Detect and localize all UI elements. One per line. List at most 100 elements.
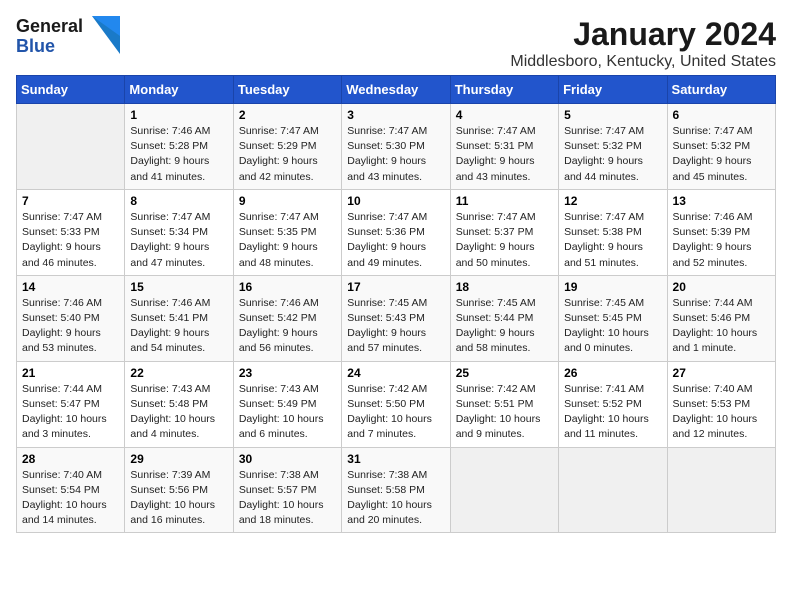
calendar-cell: 1Sunrise: 7:46 AMSunset: 5:28 PMDaylight… bbox=[125, 104, 233, 190]
day-number: 12 bbox=[564, 194, 661, 208]
page-header: General Blue January 2024 Middlesboro, K… bbox=[16, 16, 776, 71]
calendar-cell: 25 Sunrise: 7:42 AMSunset: 5:51 PMDayligh… bbox=[450, 361, 558, 447]
day-number: 8 bbox=[130, 194, 227, 208]
day-info: Sunrise: 7:43 AMSunset: 5:48 PMDaylight:… bbox=[130, 382, 227, 443]
day-number: 2 bbox=[239, 108, 336, 122]
day-number: 11 bbox=[456, 194, 553, 208]
calendar-week-row: 21 Sunrise: 7:44 AMSunset: 5:47 PMDayligh… bbox=[17, 361, 776, 447]
column-header-friday: Friday bbox=[559, 76, 667, 104]
day-number: 20 bbox=[673, 280, 770, 294]
day-number: 17 bbox=[347, 280, 444, 294]
day-info: Sunrise: 7:42 AMSunset: 5:51 PMDaylight:… bbox=[456, 382, 553, 443]
calendar-cell: 21 Sunrise: 7:44 AMSunset: 5:47 PMDayligh… bbox=[17, 361, 125, 447]
day-number: 1 bbox=[130, 108, 227, 122]
day-info: Sunrise: 7:47 AMSunset: 5:36 PMDaylight:… bbox=[347, 210, 444, 271]
day-number: 25 bbox=[456, 366, 553, 380]
day-number: 27 bbox=[673, 366, 770, 380]
day-number: 7 bbox=[22, 194, 119, 208]
day-number: 30 bbox=[239, 452, 336, 466]
day-number: 10 bbox=[347, 194, 444, 208]
day-info: Sunrise: 7:46 AMSunset: 5:39 PMDaylight:… bbox=[673, 210, 770, 271]
day-info: Sunrise: 7:41 AMSunset: 5:52 PMDaylight:… bbox=[564, 382, 661, 443]
column-header-tuesday: Tuesday bbox=[233, 76, 341, 104]
calendar-cell: 23Sunrise: 7:43 AMSunset: 5:49 PMDayligh… bbox=[233, 361, 341, 447]
day-info: Sunrise: 7:40 AMSunset: 5:54 PMDaylight:… bbox=[22, 468, 119, 529]
day-number: 31 bbox=[347, 452, 444, 466]
calendar-cell: 3 Sunrise: 7:47 AMSunset: 5:30 PMDaylight… bbox=[342, 104, 450, 190]
day-number: 26 bbox=[564, 366, 661, 380]
calendar-cell: 13Sunrise: 7:46 AMSunset: 5:39 PMDayligh… bbox=[667, 189, 775, 275]
title-block: January 2024 Middlesboro, Kentucky, Unit… bbox=[510, 16, 776, 71]
column-header-monday: Monday bbox=[125, 76, 233, 104]
day-info: Sunrise: 7:47 AMSunset: 5:35 PMDaylight:… bbox=[239, 210, 336, 271]
calendar-cell bbox=[17, 104, 125, 190]
day-info: Sunrise: 7:40 AMSunset: 5:53 PMDaylight:… bbox=[673, 382, 770, 443]
calendar-cell: 22 Sunrise: 7:43 AMSunset: 5:48 PMDayligh… bbox=[125, 361, 233, 447]
day-number: 29 bbox=[130, 452, 227, 466]
day-info: Sunrise: 7:47 AMSunset: 5:31 PMDaylight:… bbox=[456, 124, 553, 185]
day-number: 16 bbox=[239, 280, 336, 294]
logo-flag-icon bbox=[92, 16, 120, 54]
calendar-cell: 5Sunrise: 7:47 AMSunset: 5:32 PMDaylight… bbox=[559, 104, 667, 190]
calendar-cell: 6 Sunrise: 7:47 AMSunset: 5:32 PMDaylight… bbox=[667, 104, 775, 190]
day-number: 3 bbox=[347, 108, 444, 122]
day-info: Sunrise: 7:38 AMSunset: 5:57 PMDaylight:… bbox=[239, 468, 336, 529]
day-number: 6 bbox=[673, 108, 770, 122]
day-number: 14 bbox=[22, 280, 119, 294]
day-number: 21 bbox=[22, 366, 119, 380]
day-number: 28 bbox=[22, 452, 119, 466]
day-number: 15 bbox=[130, 280, 227, 294]
logo: General Blue bbox=[16, 16, 120, 58]
calendar-cell: 19Sunrise: 7:45 AMSunset: 5:45 PMDayligh… bbox=[559, 275, 667, 361]
calendar-cell: 18Sunrise: 7:45 AMSunset: 5:44 PMDayligh… bbox=[450, 275, 558, 361]
day-number: 22 bbox=[130, 366, 227, 380]
calendar-cell: 27 Sunrise: 7:40 AMSunset: 5:53 PMDayligh… bbox=[667, 361, 775, 447]
calendar-cell: 2 Sunrise: 7:47 AMSunset: 5:29 PMDaylight… bbox=[233, 104, 341, 190]
calendar-cell bbox=[559, 447, 667, 533]
calendar-cell: 16 Sunrise: 7:46 AMSunset: 5:42 PMDayligh… bbox=[233, 275, 341, 361]
calendar-cell: 10 Sunrise: 7:47 AMSunset: 5:36 PMDayligh… bbox=[342, 189, 450, 275]
calendar-cell: 28 Sunrise: 7:40 AMSunset: 5:54 PMDayligh… bbox=[17, 447, 125, 533]
calendar-cell bbox=[450, 447, 558, 533]
day-info: Sunrise: 7:46 AMSunset: 5:42 PMDaylight:… bbox=[239, 296, 336, 357]
day-info: Sunrise: 7:47 AMSunset: 5:32 PMDaylight:… bbox=[673, 124, 770, 185]
calendar-cell: 30 Sunrise: 7:38 AMSunset: 5:57 PMDayligh… bbox=[233, 447, 341, 533]
day-info: Sunrise: 7:47 AMSunset: 5:33 PMDaylight:… bbox=[22, 210, 119, 271]
day-info: Sunrise: 7:47 AMSunset: 5:34 PMDaylight:… bbox=[130, 210, 227, 271]
calendar-cell: 11 Sunrise: 7:47 AMSunset: 5:37 PMDayligh… bbox=[450, 189, 558, 275]
day-info: Sunrise: 7:45 AMSunset: 5:43 PMDaylight:… bbox=[347, 296, 444, 357]
calendar-cell: 8 Sunrise: 7:47 AMSunset: 5:34 PMDaylight… bbox=[125, 189, 233, 275]
column-header-thursday: Thursday bbox=[450, 76, 558, 104]
calendar-cell: 24 Sunrise: 7:42 AMSunset: 5:50 PMDayligh… bbox=[342, 361, 450, 447]
day-info: Sunrise: 7:38 AMSunset: 5:58 PMDaylight:… bbox=[347, 468, 444, 529]
day-info: Sunrise: 7:47 AMSunset: 5:38 PMDaylight:… bbox=[564, 210, 661, 271]
day-number: 4 bbox=[456, 108, 553, 122]
calendar-week-row: 28 Sunrise: 7:40 AMSunset: 5:54 PMDayligh… bbox=[17, 447, 776, 533]
day-info: Sunrise: 7:39 AMSunset: 5:56 PMDaylight:… bbox=[130, 468, 227, 529]
day-number: 24 bbox=[347, 366, 444, 380]
calendar-cell: 9Sunrise: 7:47 AMSunset: 5:35 PMDaylight… bbox=[233, 189, 341, 275]
calendar-cell bbox=[667, 447, 775, 533]
calendar-cell: 31 Sunrise: 7:38 AMSunset: 5:58 PMDayligh… bbox=[342, 447, 450, 533]
column-header-saturday: Saturday bbox=[667, 76, 775, 104]
day-info: Sunrise: 7:46 AMSunset: 5:41 PMDaylight:… bbox=[130, 296, 227, 357]
calendar-cell: 4 Sunrise: 7:47 AMSunset: 5:31 PMDaylight… bbox=[450, 104, 558, 190]
calendar-cell: 26 Sunrise: 7:41 AMSunset: 5:52 PMDayligh… bbox=[559, 361, 667, 447]
calendar-cell: 12 Sunrise: 7:47 AMSunset: 5:38 PMDayligh… bbox=[559, 189, 667, 275]
day-info: Sunrise: 7:44 AMSunset: 5:47 PMDaylight:… bbox=[22, 382, 119, 443]
day-info: Sunrise: 7:42 AMSunset: 5:50 PMDaylight:… bbox=[347, 382, 444, 443]
day-info: Sunrise: 7:43 AMSunset: 5:49 PMDaylight:… bbox=[239, 382, 336, 443]
calendar-cell: 20Sunrise: 7:44 AMSunset: 5:46 PMDayligh… bbox=[667, 275, 775, 361]
day-number: 5 bbox=[564, 108, 661, 122]
day-info: Sunrise: 7:47 AMSunset: 5:30 PMDaylight:… bbox=[347, 124, 444, 185]
day-info: Sunrise: 7:47 AMSunset: 5:29 PMDaylight:… bbox=[239, 124, 336, 185]
day-info: Sunrise: 7:45 AMSunset: 5:45 PMDaylight:… bbox=[564, 296, 661, 357]
calendar-week-row: 7 Sunrise: 7:47 AMSunset: 5:33 PMDaylight… bbox=[17, 189, 776, 275]
day-info: Sunrise: 7:47 AMSunset: 5:37 PMDaylight:… bbox=[456, 210, 553, 271]
page-title: January 2024 bbox=[510, 16, 776, 53]
calendar-cell: 17 Sunrise: 7:45 AMSunset: 5:43 PMDayligh… bbox=[342, 275, 450, 361]
calendar-cell: 29 Sunrise: 7:39 AMSunset: 5:56 PMDayligh… bbox=[125, 447, 233, 533]
calendar-table: SundayMondayTuesdayWednesdayThursdayFrid… bbox=[16, 75, 776, 533]
calendar-week-row: 1Sunrise: 7:46 AMSunset: 5:28 PMDaylight… bbox=[17, 104, 776, 190]
day-info: Sunrise: 7:46 AMSunset: 5:40 PMDaylight:… bbox=[22, 296, 119, 357]
